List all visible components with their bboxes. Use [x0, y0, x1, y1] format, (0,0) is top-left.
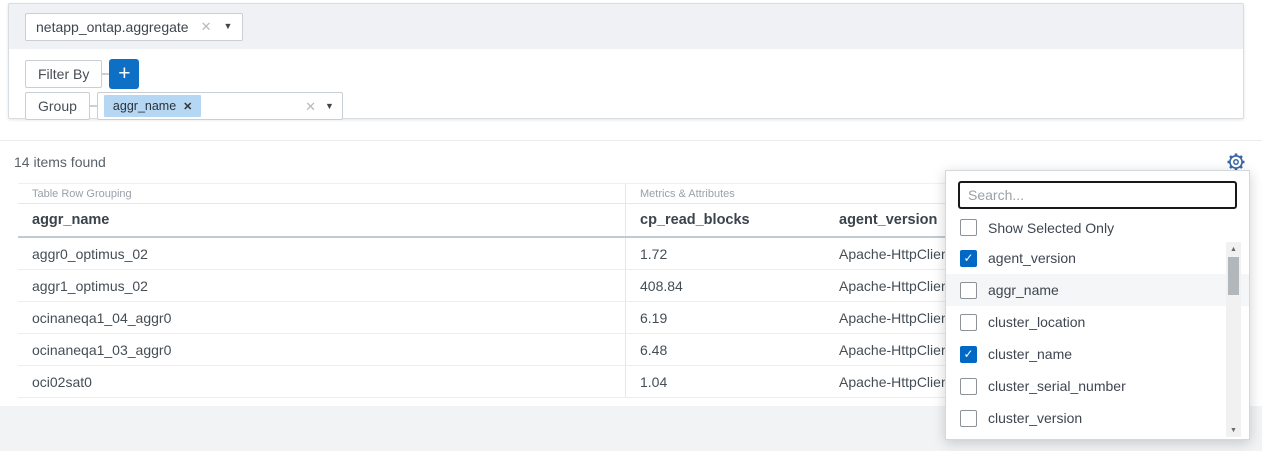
checkbox-icon[interactable]: ✓ [960, 346, 977, 363]
query-builder-panel: netapp_ontap.aggregate ✕ ▼ Filter By + G… [8, 3, 1244, 119]
items-found-count: 14 items found [14, 154, 106, 170]
group-band-row-grouping: Table Row Grouping [18, 184, 625, 203]
checkbox-icon[interactable] [960, 410, 977, 427]
chip-remove-icon[interactable]: ✕ [183, 100, 192, 113]
column-search-input[interactable] [958, 181, 1237, 209]
cell-aggr-name: oci02sat0 [18, 366, 625, 397]
entity-caret-down-icon[interactable]: ▼ [224, 22, 233, 31]
cell-aggr-name: ocinaneqa1_03_aggr0 [18, 334, 625, 365]
group-chip-aggr-name[interactable]: aggr_name ✕ [104, 95, 201, 117]
cell-aggr-name: aggr1_optimus_02 [18, 270, 625, 301]
scrollbar-thumb[interactable] [1228, 257, 1239, 295]
column-chooser-panel: Show Selected Only ✓ agent_version aggr_… [945, 170, 1250, 440]
column-checkbox-item[interactable]: cluster_version [946, 402, 1249, 434]
column-checkbox-item[interactable]: ✓ agent_version [946, 242, 1249, 274]
cell-aggr-name: aggr0_optimus_02 [18, 238, 625, 269]
show-selected-only-checkbox[interactable]: Show Selected Only [946, 217, 1249, 242]
column-checkbox-item[interactable]: aggr_name [946, 274, 1249, 306]
checkbox-icon[interactable] [960, 282, 977, 299]
connector-line [102, 73, 109, 75]
column-item-label: cluster_name [988, 346, 1072, 362]
table-settings-gear-icon[interactable] [1226, 152, 1246, 172]
group-label: Group [25, 92, 90, 120]
group-row: Group aggr_name ✕ ✕ ▼ [25, 91, 1243, 121]
group-band-metrics-attributes: Metrics & Attributes [625, 184, 825, 203]
connector-line [90, 105, 97, 107]
column-checkbox-item[interactable]: cluster_location [946, 306, 1249, 338]
column-item-label: cluster_serial_number [988, 378, 1126, 394]
filter-area: Filter By + Group aggr_name ✕ ✕ ▼ [9, 49, 1243, 121]
column-item-label: cluster_version [988, 410, 1082, 426]
group-by-input[interactable]: aggr_name ✕ ✕ ▼ [97, 92, 343, 120]
scrollbar[interactable]: ▲ ▼ [1226, 242, 1241, 437]
entity-select-value: netapp_ontap.aggregate [36, 19, 189, 35]
entity-clear-icon[interactable]: ✕ [201, 20, 212, 33]
cell-cp-read-blocks: 1.72 [625, 238, 825, 269]
cell-aggr-name: ocinaneqa1_04_aggr0 [18, 302, 625, 333]
checkbox-icon[interactable] [960, 378, 977, 395]
group-chip-label: aggr_name [113, 99, 176, 113]
filter-by-row: Filter By + [25, 59, 1243, 89]
column-checkbox-list: ✓ agent_version aggr_name cluster_locati… [946, 242, 1249, 439]
filter-by-label: Filter By [25, 60, 102, 88]
scrollbar-up-icon[interactable]: ▲ [1226, 242, 1241, 256]
entity-row: netapp_ontap.aggregate ✕ ▼ [9, 4, 1243, 49]
scrollbar-down-icon[interactable]: ▼ [1226, 423, 1241, 437]
column-item-label: aggr_name [988, 282, 1059, 298]
cell-cp-read-blocks: 1.04 [625, 366, 825, 397]
cell-cp-read-blocks: 408.84 [625, 270, 825, 301]
column-item-label: cluster_location [988, 314, 1085, 330]
column-item-label: agent_version [988, 250, 1076, 266]
checkbox-icon[interactable]: ✓ [960, 250, 977, 267]
column-checkbox-item[interactable]: cluster_serial_number [946, 370, 1249, 402]
show-selected-only-label: Show Selected Only [988, 220, 1114, 236]
checkbox-icon[interactable] [960, 314, 977, 331]
checkbox-icon[interactable] [960, 219, 977, 236]
column-header-cp-read-blocks[interactable]: cp_read_blocks [625, 204, 825, 236]
group-caret-down-icon[interactable]: ▼ [325, 102, 334, 111]
column-header-aggr-name[interactable]: aggr_name [18, 204, 625, 236]
group-clear-icon[interactable]: ✕ [305, 100, 316, 113]
column-checkbox-item[interactable]: ✓ cluster_name [946, 338, 1249, 370]
entity-select[interactable]: netapp_ontap.aggregate ✕ ▼ [25, 13, 243, 41]
cell-cp-read-blocks: 6.19 [625, 302, 825, 333]
add-filter-button[interactable]: + [109, 59, 139, 89]
cell-cp-read-blocks: 6.48 [625, 334, 825, 365]
